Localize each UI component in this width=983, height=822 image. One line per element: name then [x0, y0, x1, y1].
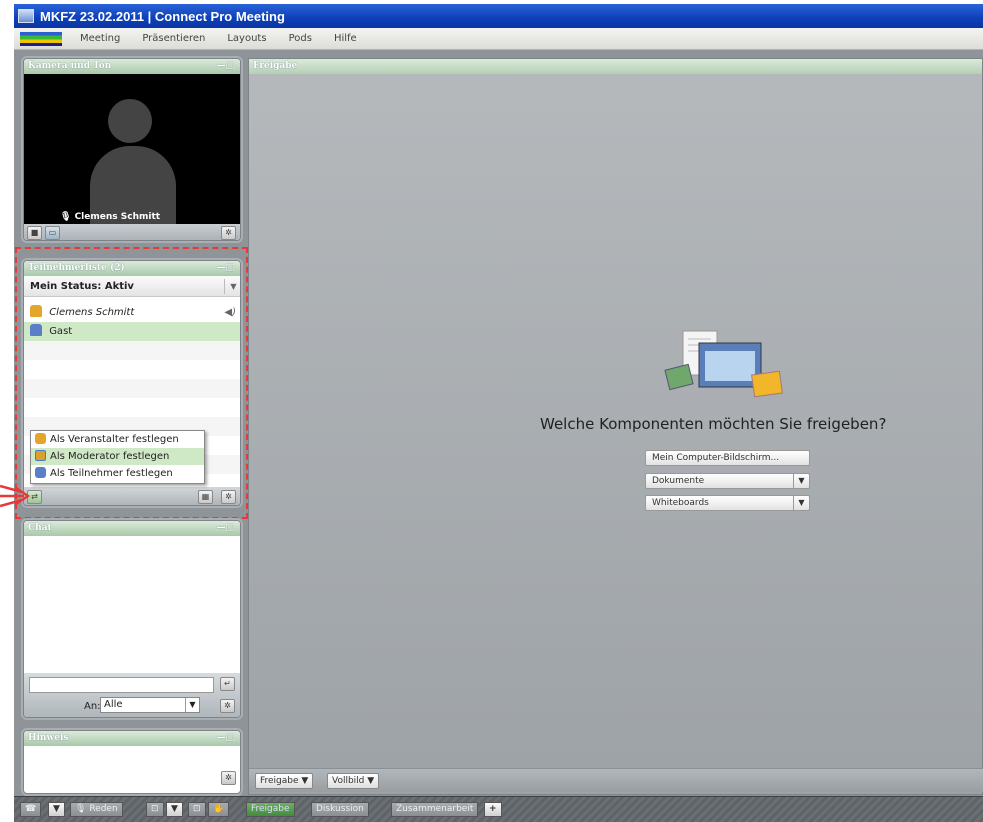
chevron-down-icon: ▼: [301, 776, 309, 786]
share-menu-button[interactable]: Freigabe ▼: [255, 773, 314, 789]
camera-pod-title: Kamera und Ton: [28, 61, 112, 71]
raise-hand-icon[interactable]: ✋: [208, 802, 230, 817]
share-documents-label: Dokumente: [652, 476, 705, 486]
share-menu-label: Freigabe: [260, 776, 299, 786]
tab-discussion-label: Diskussion: [316, 804, 364, 814]
connect-logo: [20, 31, 62, 46]
camera-pod-footer: ■ ▭ ✲: [24, 224, 240, 240]
pod-window-controls[interactable]: —□: [216, 59, 234, 74]
speak-label: Reden: [89, 804, 118, 814]
menu-help[interactable]: Hilfe: [334, 33, 357, 44]
add-layout-label: +: [489, 804, 497, 814]
chat-pod-title: Chat: [28, 523, 52, 533]
hint-pod: Hinweis —□ ✲: [23, 730, 241, 794]
video-feed: 🎙 Clemens Schmitt: [24, 74, 240, 224]
microphone-icon: 🎙: [75, 804, 87, 814]
share-pod-footer: Freigabe ▼ Vollbild ▼: [249, 768, 983, 792]
chat-recipient-value: Alle: [104, 699, 123, 710]
menu-layouts[interactable]: Layouts: [227, 33, 266, 44]
chevron-down-icon[interactable]: ▼: [793, 474, 809, 488]
connection-icon[interactable]: ☎: [20, 802, 42, 817]
bottom-toolbar: ☎ ▼ 🎙 Reden ⊡ ▼ ⊡ ✋ Freigabe Diskussion …: [14, 796, 983, 822]
fullscreen-label: Vollbild: [332, 776, 365, 786]
title-bar: MKFZ 23.02.2011 | Connect Pro Meeting: [14, 4, 983, 28]
chat-recipient-select[interactable]: Alle ▼: [100, 697, 200, 713]
gear-icon[interactable]: ✲: [221, 771, 236, 785]
share-my-screen-button[interactable]: Mein Computer-Bildschirm...: [645, 450, 810, 466]
share-whiteboards-select[interactable]: Whiteboards ▼: [645, 495, 810, 511]
share-screen-label: Mein Computer-Bildschirm...: [652, 453, 780, 463]
menu-pods[interactable]: Pods: [289, 33, 312, 44]
speak-button[interactable]: 🎙 Reden: [70, 802, 123, 817]
camera-toggle-icon[interactable]: ⊡: [146, 802, 164, 817]
menu-present[interactable]: Präsentieren: [142, 33, 205, 44]
chevron-down-icon[interactable]: ▼: [793, 496, 809, 510]
camera-pod: Kamera und Ton —□ 🎙 Clemens Schmitt ■ ▭ …: [23, 58, 241, 241]
app-icon: [18, 9, 34, 23]
hint-pod-title: Hinweis: [28, 733, 69, 743]
share-pod-title: Freigabe: [253, 61, 298, 71]
avatar-head: [108, 99, 152, 143]
chat-to-label: An:: [84, 701, 101, 712]
tab-collaboration-label: Zusammenarbeit: [396, 804, 474, 814]
chat-message-input[interactable]: [29, 677, 214, 693]
share-documents-select[interactable]: Dokumente ▼: [645, 473, 810, 489]
attendee-icon[interactable]: ⊡: [188, 802, 206, 817]
pod-window-controls[interactable]: —□: [216, 731, 234, 746]
tab-share-label: Freigabe: [251, 804, 290, 814]
camera-pod-header: Kamera und Ton —□: [24, 59, 240, 74]
send-icon[interactable]: ↵: [220, 677, 235, 691]
gear-icon[interactable]: ✲: [221, 226, 236, 240]
microphone-icon: 🎙: [60, 212, 72, 222]
tab-collaboration[interactable]: Zusammenarbeit: [391, 802, 479, 817]
menu-bar: Meeting Präsentieren Layouts Pods Hilfe: [14, 28, 983, 50]
video-user-name: 🎙 Clemens Schmitt: [60, 212, 160, 222]
stop-camera-button[interactable]: ■: [27, 226, 42, 240]
camera-user-label: Clemens Schmitt: [74, 212, 161, 222]
chat-pod-footer: ↵ An: Alle ▼ ✲: [24, 673, 240, 717]
window-title: MKFZ 23.02.2011 | Connect Pro Meeting: [40, 8, 285, 24]
hint-pod-header: Hinweis —□: [24, 731, 240, 746]
highlight-annotation-box: [15, 247, 248, 519]
chat-pod: Chat —□ ↵ An: Alle ▼ ✲: [23, 520, 241, 718]
chevron-down-icon[interactable]: ▼: [48, 802, 65, 817]
menu-meeting[interactable]: Meeting: [80, 33, 120, 44]
chevron-down-icon[interactable]: ▼: [185, 698, 199, 712]
chevron-down-icon[interactable]: ▼: [166, 802, 183, 817]
tab-share[interactable]: Freigabe: [246, 802, 295, 817]
chevron-down-icon: ▼: [367, 776, 375, 786]
add-layout-button[interactable]: +: [484, 802, 502, 817]
gear-icon[interactable]: ✲: [220, 699, 235, 713]
annotation-arrow-icon: [0, 484, 30, 508]
share-components-illustration-icon: [664, 330, 783, 398]
pod-window-controls[interactable]: —□: [216, 521, 234, 536]
webcam-button[interactable]: ▭: [45, 226, 60, 240]
tab-discussion[interactable]: Diskussion: [311, 802, 369, 817]
share-pod-header: Freigabe: [249, 59, 982, 74]
share-question: Welche Komponenten möchten Sie freigeben…: [540, 415, 887, 433]
fullscreen-button[interactable]: Vollbild ▼: [327, 773, 380, 789]
share-whiteboards-label: Whiteboards: [652, 498, 709, 508]
chat-pod-header: Chat —□: [24, 521, 240, 536]
